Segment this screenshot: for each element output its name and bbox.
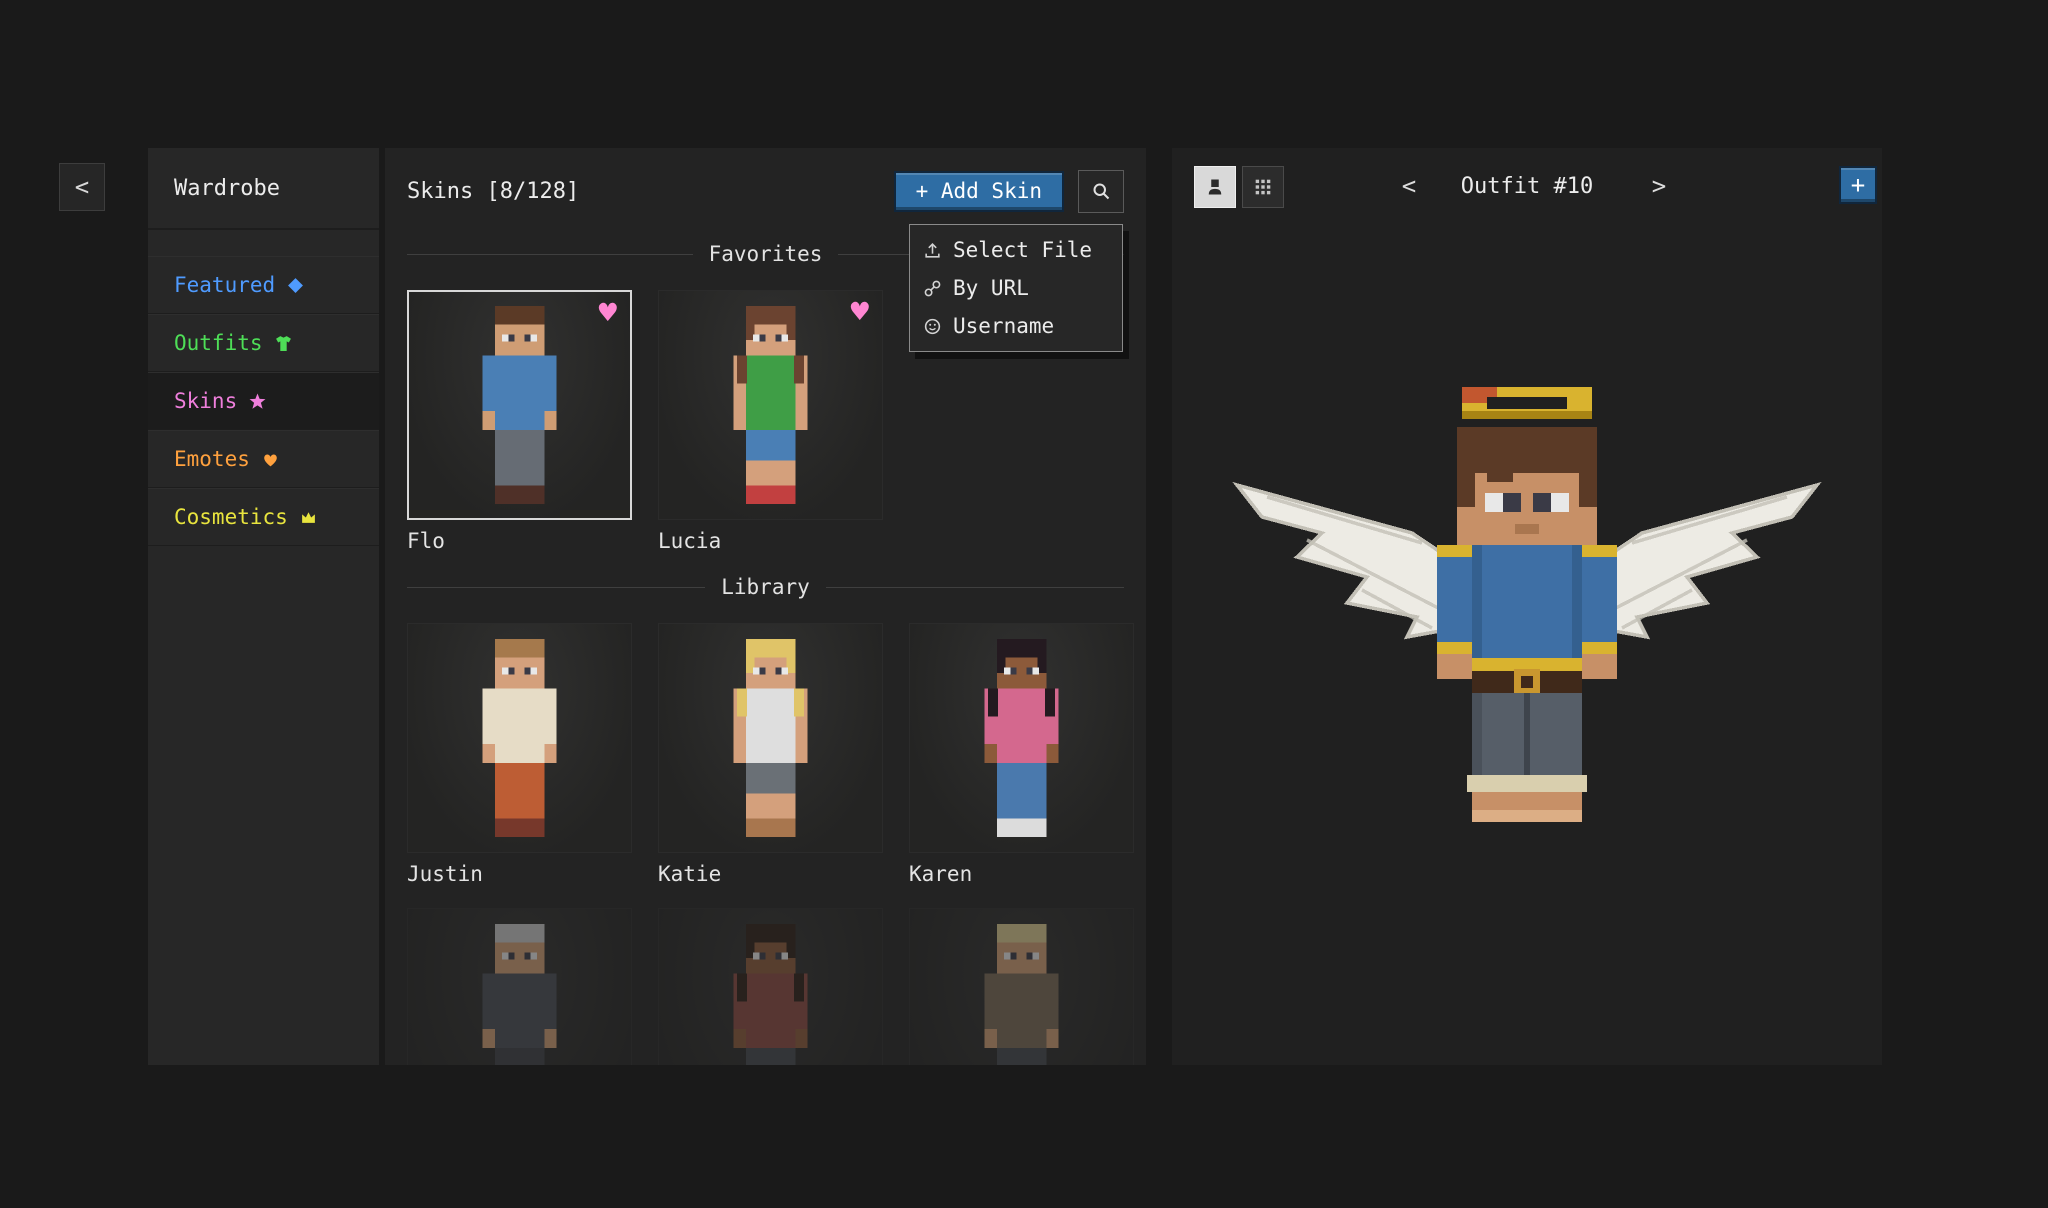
content-header: Skins [8/128] + Add Skin (385, 162, 1146, 220)
back-chevron-icon: < (75, 173, 89, 201)
section-divider: Library (407, 575, 1124, 599)
sidebar-item-emotes[interactable]: Emotes (148, 430, 379, 488)
section-title: Library (721, 575, 810, 599)
sidebar-item-label: Featured (174, 273, 275, 297)
back-button[interactable]: < (59, 163, 105, 211)
upload-icon (923, 241, 942, 260)
menu-item-label: By URL (953, 276, 1029, 300)
skin-cell: ♥ Flo (407, 290, 632, 553)
menu-item-label: Select File (953, 238, 1092, 262)
outfit-title: Outfit #10 (1172, 174, 1882, 199)
sidebar-item-featured[interactable]: Featured (148, 256, 379, 314)
diamond-icon (287, 277, 304, 294)
sidebar-item-label: Outfits (174, 331, 263, 355)
heart-icon (262, 451, 279, 468)
outfit-preview-panel: < Outfit #10 > + (1172, 148, 1882, 1065)
add-outfit-button[interactable]: + (1839, 166, 1877, 204)
sidebar-item-label: Emotes (174, 447, 250, 471)
search-icon (1091, 181, 1111, 201)
skin-name: Katie (658, 862, 883, 886)
divider-line (407, 587, 705, 588)
skin-cell (909, 908, 1134, 1065)
link-icon (923, 279, 942, 298)
divider-line (407, 254, 693, 255)
page-title: Skins [8/128] (407, 179, 579, 204)
divider-line (826, 587, 1124, 588)
sidebar-item-cosmetics[interactable]: Cosmetics (148, 488, 379, 546)
menu-item-username[interactable]: Username (910, 307, 1122, 345)
skin-card-katie[interactable] (658, 623, 883, 853)
favorite-heart-icon[interactable]: ♥ (597, 298, 619, 327)
sidebar: Wardrobe Featured Outfits Skins Emotes C… (148, 148, 379, 1065)
menu-item-label: Username (953, 314, 1054, 338)
skin-card-karen[interactable] (909, 623, 1134, 853)
sidebar-item-outfits[interactable]: Outfits (148, 314, 379, 372)
user-icon (923, 317, 942, 336)
favorite-heart-icon[interactable]: ♥ (849, 297, 871, 326)
skin-card-lucia[interactable]: ♥ (658, 290, 883, 520)
search-button[interactable] (1078, 170, 1124, 213)
add-skin-button[interactable]: + Add Skin (894, 171, 1064, 212)
skin-cell: Karen (909, 623, 1134, 886)
skin-card-flo[interactable]: ♥ (407, 290, 632, 520)
skin-name: Justin (407, 862, 632, 886)
wardrobe-screen: < Wardrobe Featured Outfits Skins Emotes (0, 0, 2048, 1208)
skin-name: Flo (407, 529, 632, 553)
add-skin-dropdown: Select File By URL Username (909, 224, 1123, 352)
skin-grid: JustinKatieKaren (407, 623, 1124, 1065)
skin-cell (407, 908, 632, 1065)
crown-icon (300, 509, 317, 526)
skin-cell: Justin (407, 623, 632, 886)
skin-cell: ♥ Lucia (658, 290, 883, 553)
skin-card[interactable] (407, 908, 632, 1065)
sidebar-item-label: Skins (174, 389, 237, 413)
sidebar-title: Wardrobe (148, 148, 379, 230)
skin-name: Karen (909, 862, 1134, 886)
outfit-next-button[interactable]: > (1644, 168, 1674, 204)
sidebar-item-skins[interactable]: Skins (148, 372, 379, 430)
skin-sections: Favorites ♥ Flo ♥ Lucia Library Justin Katie Kar… (385, 242, 1146, 1065)
tshirt-icon (275, 335, 292, 352)
halo (1462, 387, 1592, 419)
skin-name: Lucia (658, 529, 883, 553)
skin-card[interactable] (909, 908, 1134, 1065)
menu-item-by-url[interactable]: By URL (910, 269, 1122, 307)
skin-card[interactable] (658, 908, 883, 1065)
star-icon (249, 393, 266, 410)
character-figure (1177, 375, 1877, 845)
skin-cell: Katie (658, 623, 883, 886)
sidebar-list: Featured Outfits Skins Emotes Cosmetics (148, 256, 379, 546)
section-title: Favorites (709, 242, 823, 266)
skin-card-justin[interactable] (407, 623, 632, 853)
menu-item-select-file[interactable]: Select File (910, 231, 1122, 269)
skin-cell (658, 908, 883, 1065)
sidebar-item-label: Cosmetics (174, 505, 288, 529)
character-preview[interactable] (1177, 375, 1877, 845)
